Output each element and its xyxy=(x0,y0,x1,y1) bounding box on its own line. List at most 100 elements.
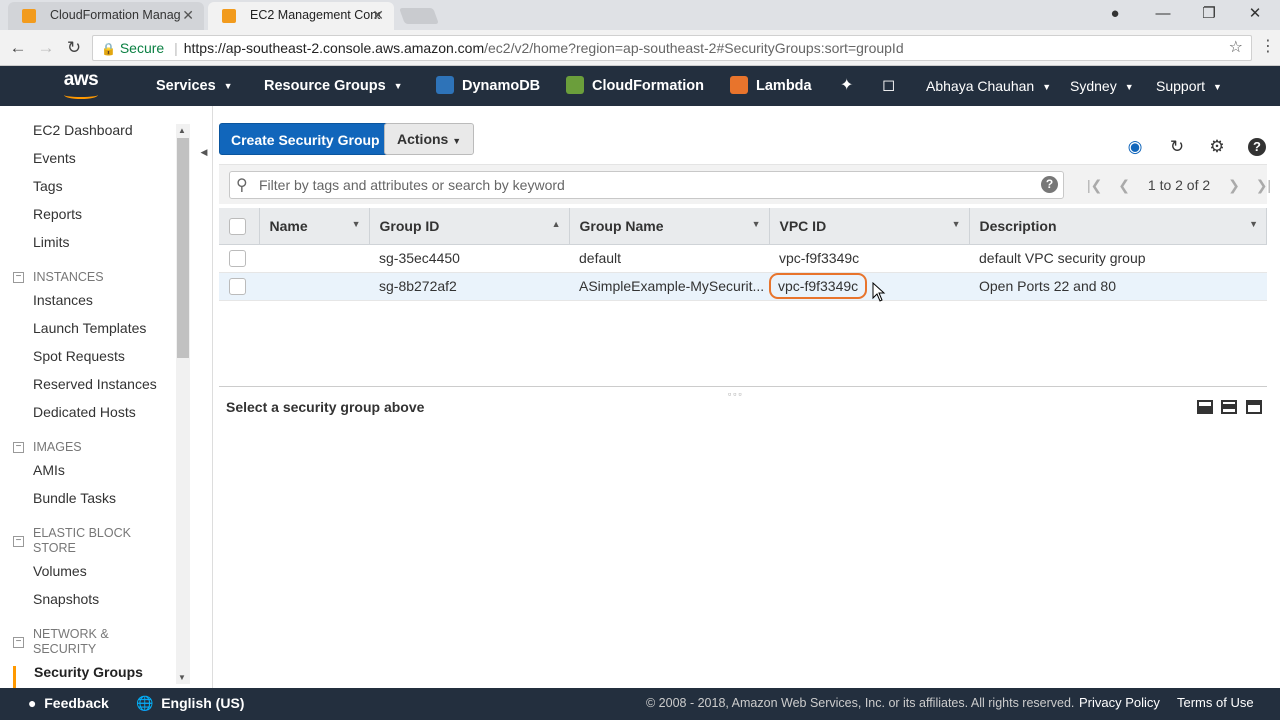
shortcut-cloudformation[interactable]: CloudFormation xyxy=(566,66,704,106)
sidebar-section-instances: INSTANCES xyxy=(33,270,104,284)
reload-icon[interactable]: ↻ xyxy=(62,36,86,60)
url-separator: | xyxy=(174,40,178,56)
chat-icon[interactable]: ◉ xyxy=(1124,136,1146,158)
row-checkbox[interactable] xyxy=(229,249,246,267)
cell-vpc-id-highlighted[interactable]: vpc-f9f3349c xyxy=(769,272,969,301)
split-divider[interactable] xyxy=(219,386,1267,387)
profile-icon[interactable]: ● xyxy=(1092,0,1138,30)
create-security-group-button[interactable]: Create Security Group xyxy=(219,123,392,155)
shortcut-lambda[interactable]: Lambda xyxy=(730,66,812,106)
sidebar-item-reserved-instances[interactable]: Reserved Instances xyxy=(33,376,157,392)
collapse-toggle-icon[interactable]: − xyxy=(13,272,24,283)
sidebar-item-launch-templates[interactable]: Launch Templates xyxy=(33,320,146,336)
sidebar-item-volumes[interactable]: Volumes xyxy=(33,563,87,579)
scroll-up-icon[interactable]: ▲ xyxy=(178,126,186,135)
support-menu[interactable]: Support ▼ xyxy=(1156,66,1222,106)
pin-icon[interactable]: ✦ xyxy=(840,66,853,106)
collapse-toggle-icon[interactable]: − xyxy=(13,637,24,648)
browser-menu-icon[interactable]: ⋮ xyxy=(1260,36,1276,60)
sidebar-item-dedicated-hosts[interactable]: Dedicated Hosts xyxy=(33,404,136,420)
select-all-checkbox[interactable] xyxy=(229,217,246,235)
forward-icon[interactable]: → xyxy=(34,36,58,60)
terms-of-use-link[interactable]: Terms of Use xyxy=(1177,688,1254,718)
search-input[interactable]: ⚲ Filter by tags and attributes or searc… xyxy=(229,171,1064,199)
vpc-id-highlight[interactable]: vpc-f9f3349c xyxy=(769,273,868,299)
resource-groups-label: Resource Groups xyxy=(264,78,386,94)
sidebar-item-spot-requests[interactable]: Spot Requests xyxy=(33,348,125,364)
feedback-link[interactable]: ● Feedback xyxy=(28,688,109,718)
resize-grip-icon[interactable]: ▫▫▫ xyxy=(728,389,744,399)
active-indicator xyxy=(13,666,16,688)
privacy-policy-link[interactable]: Privacy Policy xyxy=(1079,688,1160,718)
column-label: VPC ID xyxy=(779,217,827,234)
browser-tab-bar: CloudFormation Manage ✕ EC2 Management C… xyxy=(0,0,1280,30)
restore-icon[interactable]: ❐ xyxy=(1186,0,1232,30)
layout-bottom-icon[interactable] xyxy=(1196,400,1213,414)
browser-tab-ec2[interactable]: EC2 Management Consol ✕ xyxy=(208,2,394,30)
last-page-icon[interactable]: ❯| xyxy=(1256,177,1271,193)
cell-vpc-id[interactable]: vpc-f9f3349c xyxy=(769,244,969,273)
minimize-icon[interactable]: — xyxy=(1140,0,1186,30)
language-selector[interactable]: 🌐 English (US) xyxy=(136,688,244,718)
new-tab-button[interactable] xyxy=(399,8,439,24)
chevron-down-icon: ▼ xyxy=(1213,82,1222,93)
select-all-header xyxy=(219,208,260,245)
actions-button[interactable]: Actions ▼ xyxy=(384,123,475,155)
sidebar-item-snapshots[interactable]: Snapshots xyxy=(33,591,99,607)
sidebar-item-events[interactable]: Events xyxy=(33,150,76,166)
scrollbar-thumb[interactable] xyxy=(177,138,189,358)
sidebar-item-limits[interactable]: Limits xyxy=(33,234,70,250)
sidebar-item-instances[interactable]: Instances xyxy=(33,292,93,308)
close-tab-icon[interactable]: ✕ xyxy=(372,2,384,28)
shortcut-label: DynamoDB xyxy=(462,78,541,94)
layout-split-icon[interactable] xyxy=(1221,400,1238,414)
sidebar-item-security-groups[interactable]: Security Groups xyxy=(34,664,143,680)
help-icon[interactable]: ? xyxy=(1248,138,1266,156)
row-select-cell xyxy=(219,244,259,273)
collapse-sidebar-icon[interactable]: ◀ xyxy=(196,140,212,164)
collapse-toggle-icon[interactable]: − xyxy=(13,442,24,453)
column-header-group-id[interactable]: Group ID ▲ xyxy=(369,208,570,245)
sidebar-item-tags[interactable]: Tags xyxy=(33,178,63,194)
collapse-toggle-icon[interactable]: − xyxy=(13,536,24,547)
chevron-down-icon: ▼ xyxy=(1124,82,1134,93)
sort-icon: ▼ xyxy=(751,219,761,229)
url-field[interactable]: 🔒 Secure | https://ap-southeast-2.console… xyxy=(92,35,1252,61)
copyright-text: © 2008 - 2018, Amazon Web Services, Inc.… xyxy=(646,696,1075,710)
resource-groups-menu[interactable]: Resource Groups ▼ xyxy=(264,66,403,106)
close-tab-icon[interactable]: ✕ xyxy=(182,2,194,28)
back-icon[interactable]: ← xyxy=(6,36,30,60)
account-menu[interactable]: Abhaya Chauhan ▼ xyxy=(926,66,1051,106)
section-title-line: STORE xyxy=(33,541,76,555)
secure-label: Secure xyxy=(119,40,165,56)
bell-icon[interactable]: ◻ xyxy=(882,66,895,106)
column-header-name[interactable]: Name ▼ xyxy=(259,208,370,245)
sidebar-scrollbar[interactable]: ▲ ▼ xyxy=(176,124,190,684)
table-row[interactable]: sg-8b272af2 ASimpleExample-MySecurit... … xyxy=(219,272,1267,301)
chevron-down-icon: ▼ xyxy=(223,81,233,92)
browser-tab-cloudformation[interactable]: CloudFormation Manage ✕ xyxy=(8,2,204,30)
region-menu[interactable]: Sydney ▼ xyxy=(1070,66,1134,106)
column-header-description[interactable]: Description ▼ xyxy=(969,208,1267,245)
column-header-group-name[interactable]: Group Name ▼ xyxy=(569,208,770,245)
bookmark-star-icon[interactable]: ☆ xyxy=(1229,36,1243,60)
aws-logo[interactable]: aws xyxy=(58,70,104,102)
sidebar-item-amis[interactable]: AMIs xyxy=(33,462,65,478)
scroll-down-icon[interactable]: ▼ xyxy=(178,673,186,682)
table-row[interactable]: sg-35ec4450 default vpc-f9f3349c default… xyxy=(219,244,1267,273)
gear-icon[interactable]: ⚙ xyxy=(1206,136,1228,158)
first-page-icon[interactable]: |❮ xyxy=(1087,177,1102,193)
services-menu[interactable]: Services ▼ xyxy=(156,66,233,106)
close-window-icon[interactable]: ✕ xyxy=(1232,0,1278,30)
sidebar-item-reports[interactable]: Reports xyxy=(33,206,82,222)
row-checkbox[interactable] xyxy=(229,277,246,295)
shortcut-dynamodb[interactable]: DynamoDB xyxy=(436,66,540,106)
sidebar-item-ec2-dashboard[interactable]: EC2 Dashboard xyxy=(33,122,133,138)
refresh-icon[interactable]: ↻ xyxy=(1166,136,1188,158)
sidebar-item-bundle-tasks[interactable]: Bundle Tasks xyxy=(33,490,116,506)
next-page-icon[interactable]: ❯ xyxy=(1228,177,1240,193)
prev-page-icon[interactable]: ❮ xyxy=(1118,177,1130,193)
column-header-vpc-id[interactable]: VPC ID ▼ xyxy=(769,208,970,245)
layout-top-icon[interactable] xyxy=(1246,400,1262,414)
search-help-icon[interactable]: ? xyxy=(1041,176,1058,193)
